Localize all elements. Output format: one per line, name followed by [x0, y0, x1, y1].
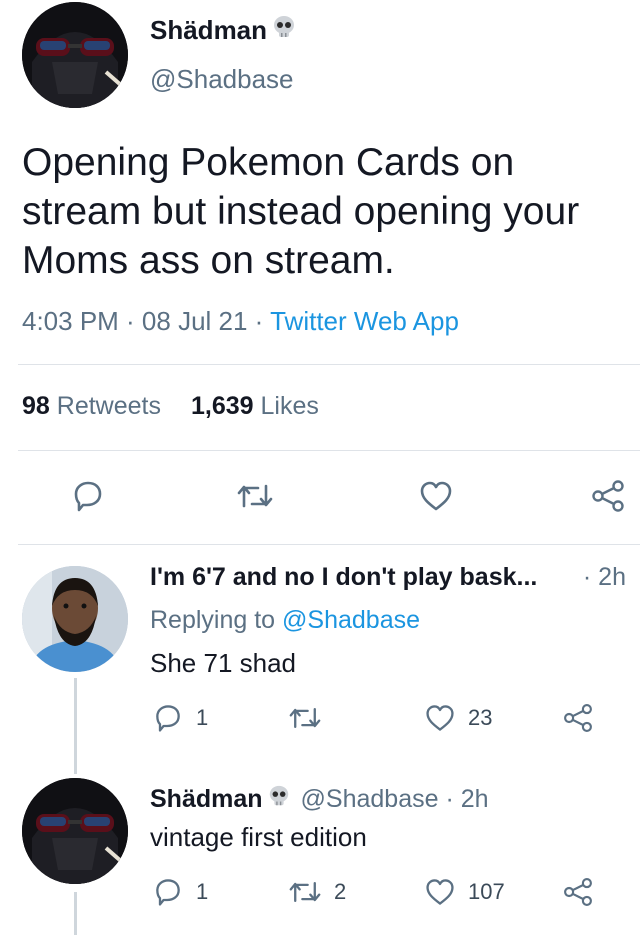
share-icon: [564, 878, 592, 906]
reply2-author-avatar[interactable]: [22, 778, 128, 884]
tweet-stats: 98 Retweets 1,639 Likes: [22, 392, 319, 421]
share-icon: [592, 480, 624, 512]
reply2-reply-count: 1: [196, 879, 209, 904]
like-icon: [420, 481, 452, 511]
retweet-icon: [237, 484, 273, 508]
reply-icon: [156, 879, 180, 906]
divider: [18, 364, 640, 365]
reply2-like-button[interactable]: 107: [424, 876, 505, 908]
tweet-source-link[interactable]: Twitter Web App: [270, 306, 459, 336]
reply1-reply-button[interactable]: 1: [152, 702, 208, 734]
like-icon: [426, 879, 454, 905]
likes-label: Likes: [260, 392, 319, 420]
reply2-like-count: 107: [468, 879, 505, 904]
skull-icon: [271, 14, 297, 47]
retweet-button[interactable]: [236, 478, 274, 514]
reply1-replying-to: Replying to @Shadbase: [150, 606, 420, 635]
retweets-stat[interactable]: 98 Retweets: [22, 392, 161, 421]
main-tweet-text: Opening Pokemon Cards on stream but inst…: [22, 141, 580, 282]
like-icon: [426, 705, 454, 731]
retweet-icon: [289, 707, 321, 729]
reply-icon: [156, 705, 180, 732]
main-author-name-text: Shädman: [150, 15, 268, 45]
reply1-author-avatar[interactable]: [22, 566, 128, 672]
reply2-share-button[interactable]: [562, 876, 594, 908]
reply1-text: She 71 shad: [150, 648, 297, 678]
retweets-count: 98: [22, 392, 50, 420]
main-author-handle[interactable]: @Shadbase: [150, 64, 294, 95]
retweets-label: Retweets: [56, 392, 161, 420]
likes-count: 1,639: [190, 392, 254, 420]
skull-icon: [267, 784, 291, 815]
main-author-name[interactable]: Shädman: [150, 14, 297, 47]
reply2-header: Shädman @Shadbase · 2h: [150, 784, 489, 815]
divider: [18, 544, 640, 545]
reply2-retweet-button[interactable]: 2: [288, 876, 346, 908]
share-button[interactable]: [590, 478, 626, 514]
reply1-like-count: 23: [468, 705, 493, 730]
reply1-time: · 2h: [582, 563, 626, 591]
reply-icon: [74, 481, 102, 512]
reply1-like-button[interactable]: 23: [424, 702, 492, 734]
replying-to-handle-link[interactable]: @Shadbase: [282, 606, 420, 634]
thread-connector-line: [74, 892, 77, 935]
main-author-avatar[interactable]: [22, 2, 128, 108]
likes-stat[interactable]: 1,639 Likes: [191, 392, 319, 421]
replying-to-label: Replying to: [150, 606, 283, 634]
reply2-handle-time[interactable]: @Shadbase · 2h: [301, 785, 489, 814]
reply2-retweet-count: 2: [334, 879, 347, 904]
reply1-reply-count: 1: [196, 705, 209, 730]
thread-connector-line: [74, 678, 77, 774]
reply2-author-name[interactable]: Shädman: [150, 785, 263, 814]
tweet-timestamp: 4:03 PM · 08 Jul 21 ·: [22, 306, 271, 336]
reply2-reply-button[interactable]: 1: [152, 876, 208, 908]
reply1-author-name[interactable]: I'm 6'7 and no I don't play bask...: [150, 563, 537, 592]
reply1-retweet-button[interactable]: [288, 702, 322, 734]
reply-button[interactable]: [70, 478, 106, 514]
reply1-header: I'm 6'7 and no I don't play bask... · 2h: [150, 563, 630, 592]
share-icon: [564, 704, 592, 732]
retweet-icon: [289, 881, 321, 903]
like-button[interactable]: [418, 478, 454, 514]
tweet-meta: 4:03 PM · 08 Jul 21 · Twitter Web App: [22, 306, 459, 337]
reply1-share-button[interactable]: [562, 702, 594, 734]
reply2-text: vintage first edition: [150, 822, 367, 852]
divider: [18, 450, 640, 451]
